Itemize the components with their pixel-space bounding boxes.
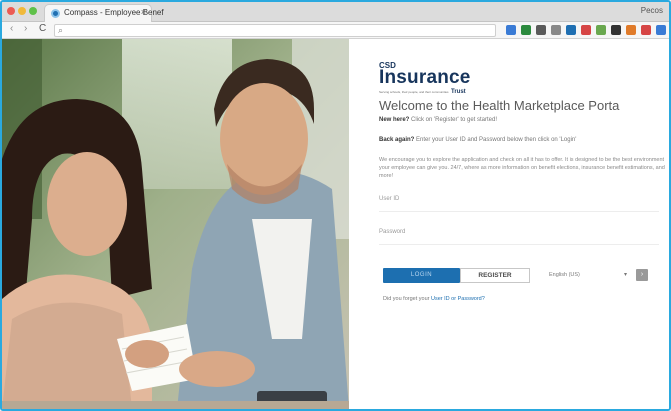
info-paragraph: We encourage you to explore the applicat… bbox=[379, 157, 665, 179]
tab-close-icon[interactable]: × bbox=[141, 7, 146, 17]
logo-insurance-text: Insurance bbox=[379, 67, 471, 88]
password-field[interactable]: Password bbox=[379, 229, 405, 235]
login-panel: CSD Insurance Serving schools, their peo… bbox=[349, 39, 669, 409]
extension-icon[interactable] bbox=[656, 25, 666, 35]
user-id-underline bbox=[379, 211, 659, 212]
logo-tagline: Serving schools, their people, and their… bbox=[379, 90, 449, 94]
back-again-lead: Back again? bbox=[379, 137, 415, 143]
login-button[interactable]: LOGIN bbox=[383, 268, 460, 283]
extension-icon[interactable] bbox=[611, 25, 621, 35]
csd-insurance-trust-logo: CSD Insurance Serving schools, their peo… bbox=[379, 61, 519, 99]
browser-window: Compass - Employee Benef × Pecos ‹ › C ⌕ bbox=[0, 0, 671, 411]
tab-title: Compass - Employee Benef bbox=[64, 8, 164, 17]
extension-icon[interactable] bbox=[566, 25, 576, 35]
browser-tab[interactable]: Compass - Employee Benef × bbox=[44, 4, 164, 22]
chevron-down-icon: ▾ bbox=[624, 272, 628, 278]
back-again-body: Enter your User ID and Password below th… bbox=[414, 137, 577, 143]
new-here-lead: New here? bbox=[379, 117, 410, 123]
new-here-body: Click on 'Register' to get started! bbox=[409, 117, 498, 123]
search-icon: ⌕ bbox=[58, 25, 64, 35]
page-title: Welcome to the Health Marketplace Porta bbox=[379, 98, 620, 113]
forgot-credentials-link[interactable]: User ID or Password? bbox=[431, 296, 485, 302]
new-here-text: New here? Click on 'Register' to get sta… bbox=[379, 117, 497, 123]
tab-strip: Compass - Employee Benef × Pecos bbox=[2, 2, 669, 22]
password-underline bbox=[379, 244, 659, 245]
extension-icon[interactable] bbox=[596, 25, 606, 35]
forgot-prefix: Did you forget your bbox=[383, 296, 431, 302]
browser-toolbar: ‹ › C ⌕ bbox=[2, 22, 669, 39]
hero-photo bbox=[2, 39, 349, 409]
language-select[interactable]: English (US) ▾ bbox=[549, 270, 631, 281]
page-content: CSD Insurance Serving schools, their peo… bbox=[2, 39, 669, 409]
forward-icon[interactable]: › bbox=[24, 23, 27, 34]
back-again-text: Back again? Enter your User ID and Passw… bbox=[379, 137, 576, 143]
forgot-credentials-text: Did you forget your User ID or Password? bbox=[383, 296, 485, 302]
extension-icon[interactable] bbox=[626, 25, 636, 35]
extension-icon[interactable] bbox=[551, 25, 561, 35]
extension-icon[interactable] bbox=[536, 25, 546, 35]
browser-user-name[interactable]: Pecos bbox=[641, 6, 663, 15]
address-bar[interactable]: ⌕ bbox=[54, 24, 496, 37]
language-value: English (US) bbox=[549, 272, 580, 278]
maximize-window-icon[interactable] bbox=[29, 7, 37, 15]
extension-icons bbox=[506, 25, 666, 36]
logo-trust-text: Trust bbox=[451, 89, 466, 95]
extension-icon[interactable] bbox=[641, 25, 651, 35]
reload-icon[interactable]: C bbox=[39, 23, 46, 34]
language-go-button[interactable]: › bbox=[636, 269, 648, 281]
favicon-icon bbox=[51, 9, 60, 18]
back-icon[interactable]: ‹ bbox=[10, 23, 13, 34]
register-button[interactable]: REGISTER bbox=[460, 268, 530, 283]
minimize-window-icon[interactable] bbox=[18, 7, 26, 15]
extension-icon[interactable] bbox=[506, 25, 516, 35]
extension-icon[interactable] bbox=[521, 25, 531, 35]
user-id-field[interactable]: User ID bbox=[379, 196, 399, 202]
close-window-icon[interactable] bbox=[7, 7, 15, 15]
extension-icon[interactable] bbox=[581, 25, 591, 35]
